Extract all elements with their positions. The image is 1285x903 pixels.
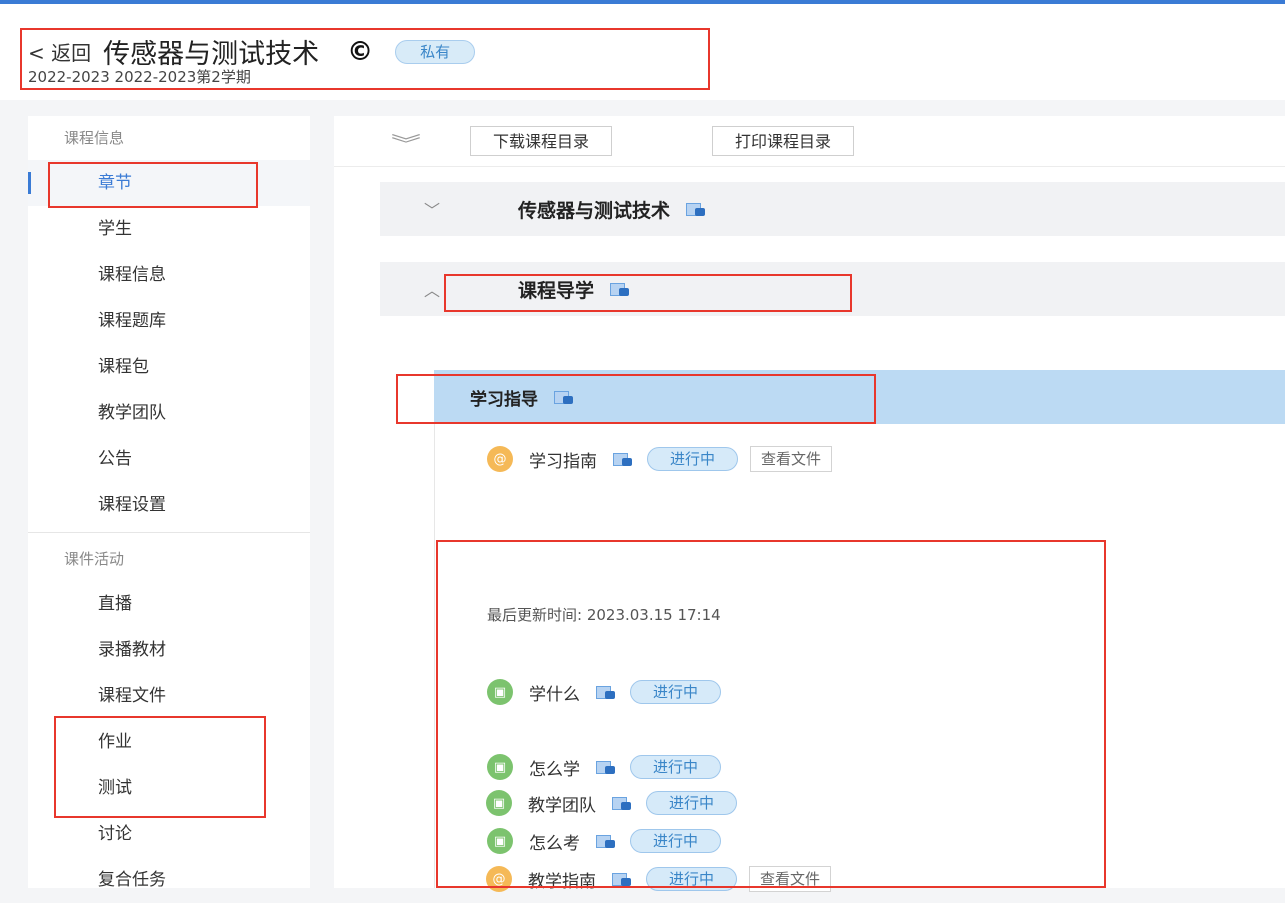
- task-name[interactable]: 学习指南: [529, 447, 597, 472]
- chapter-content: ︾ 下载课程目录 打印课程目录 ﹀ 传感器与测试技术 ︿ 课程导学 学习指导 @…: [334, 116, 1285, 888]
- sidebar-item-announcements[interactable]: 公告: [28, 436, 310, 482]
- last-updated-label: 最后更新时间: 2023.03.15 17:14: [487, 606, 721, 624]
- sidebar-item-course-settings[interactable]: 课程设置: [28, 482, 310, 528]
- sidebar-item-discussion[interactable]: 讨论: [28, 811, 310, 857]
- semester-label: 2022-2023 2022-2023第2学期: [28, 68, 251, 86]
- section-title: 课程导学: [518, 279, 595, 302]
- document-icon: ▣: [487, 828, 513, 854]
- sidebar-item-homework[interactable]: 作业: [28, 719, 310, 765]
- sidebar-item-question-bank[interactable]: 课程题库: [28, 298, 310, 344]
- view-file-button[interactable]: 查看文件: [750, 446, 833, 472]
- sidebar-item-tests[interactable]: 测试: [28, 765, 310, 811]
- file-lock-icon[interactable]: [554, 390, 574, 405]
- link-icon: @: [487, 446, 513, 472]
- sidebar-item-live[interactable]: 直播: [28, 581, 310, 627]
- file-lock-icon[interactable]: [612, 872, 632, 887]
- sidebar-item-course-files[interactable]: 课程文件: [28, 673, 310, 719]
- sidebar-item-composite-tasks[interactable]: 复合任务: [28, 857, 310, 903]
- sidebar-item-students[interactable]: 学生: [28, 206, 310, 252]
- task-name[interactable]: 怎么学: [529, 755, 580, 780]
- print-catalog-button[interactable]: 打印课程目录: [712, 126, 855, 156]
- chapter-title: 学习指导: [470, 389, 538, 410]
- task-name[interactable]: 学什么: [529, 680, 580, 705]
- sidebar-item-recorded-materials[interactable]: 录播教材: [28, 627, 310, 673]
- chevron-up-icon[interactable]: ︿: [424, 277, 468, 301]
- file-lock-icon[interactable]: [612, 796, 632, 811]
- link-icon: @: [486, 866, 512, 892]
- download-catalog-button[interactable]: 下载课程目录: [470, 126, 613, 156]
- task-name[interactable]: 怎么考: [529, 829, 580, 854]
- document-icon: ▣: [486, 790, 512, 816]
- file-lock-icon[interactable]: [596, 834, 616, 849]
- course-header: < 返回 传感器与测试技术 © 私有 2022-2023 2022-2023第2…: [0, 4, 1285, 100]
- section-course-guide[interactable]: ︿ 课程导学: [380, 262, 1285, 316]
- sidebar-item-course-info[interactable]: 课程信息: [28, 252, 310, 298]
- file-lock-icon[interactable]: [596, 760, 616, 775]
- file-lock-icon[interactable]: [610, 282, 630, 297]
- file-lock-icon[interactable]: [686, 202, 706, 217]
- task-name[interactable]: 教学团队: [528, 791, 596, 816]
- sidebar-item-chapters[interactable]: 章节: [28, 160, 310, 206]
- file-lock-icon[interactable]: [596, 685, 616, 700]
- file-lock-icon[interactable]: [613, 452, 633, 467]
- list-item[interactable]: ▣ 怎么学 进行中: [487, 754, 722, 780]
- status-badge: 进行中: [646, 867, 738, 891]
- toolbar: ︾ 下载课程目录 打印课程目录: [334, 116, 1285, 167]
- list-item[interactable]: ▣ 怎么考 进行中: [487, 828, 722, 854]
- sidebar-divider: [28, 532, 310, 533]
- list-item[interactable]: @ 教学指南 进行中 查看文件: [486, 866, 832, 892]
- status-badge: 进行中: [646, 791, 738, 815]
- document-icon: ▣: [487, 679, 513, 705]
- status-badge: 进行中: [630, 680, 722, 704]
- task-list: @ 学习指南 进行中 查看文件 最后更新时间: 2023.03.15 17:14…: [434, 424, 1285, 888]
- back-link[interactable]: < 返回: [28, 37, 91, 66]
- double-chevron-down-icon[interactable]: ︾: [391, 128, 421, 157]
- list-item[interactable]: @ 学习指南 进行中 查看文件: [487, 446, 833, 472]
- list-item[interactable]: ▣ 学什么 进行中: [487, 679, 722, 705]
- sidebar-group-course-info: 课程信息: [64, 129, 125, 147]
- sidebar-group-activities: 课件活动: [64, 550, 125, 568]
- visibility-badge: 私有: [395, 39, 476, 64]
- view-file-button[interactable]: 查看文件: [749, 866, 832, 892]
- section-title: 传感器与测试技术: [518, 199, 671, 222]
- chapter-learning-guidance[interactable]: 学习指导: [434, 370, 1285, 424]
- status-badge: 进行中: [647, 447, 739, 471]
- sidebar-item-course-package[interactable]: 课程包: [28, 344, 310, 390]
- status-badge: 进行中: [630, 755, 722, 779]
- chevron-down-icon[interactable]: ﹀: [424, 197, 468, 221]
- status-badge: 进行中: [630, 829, 722, 853]
- list-item[interactable]: ▣ 教学团队 进行中: [486, 790, 738, 816]
- sidebar: 课程信息 章节 学生 课程信息 课程题库 课程包 教学团队 公告 课程设置 课件…: [28, 116, 310, 890]
- section-course-root[interactable]: ﹀ 传感器与测试技术: [380, 182, 1285, 236]
- document-icon: ▣: [487, 754, 513, 780]
- copyright-icon: ©: [347, 36, 374, 67]
- sidebar-item-teaching-team[interactable]: 教学团队: [28, 390, 310, 436]
